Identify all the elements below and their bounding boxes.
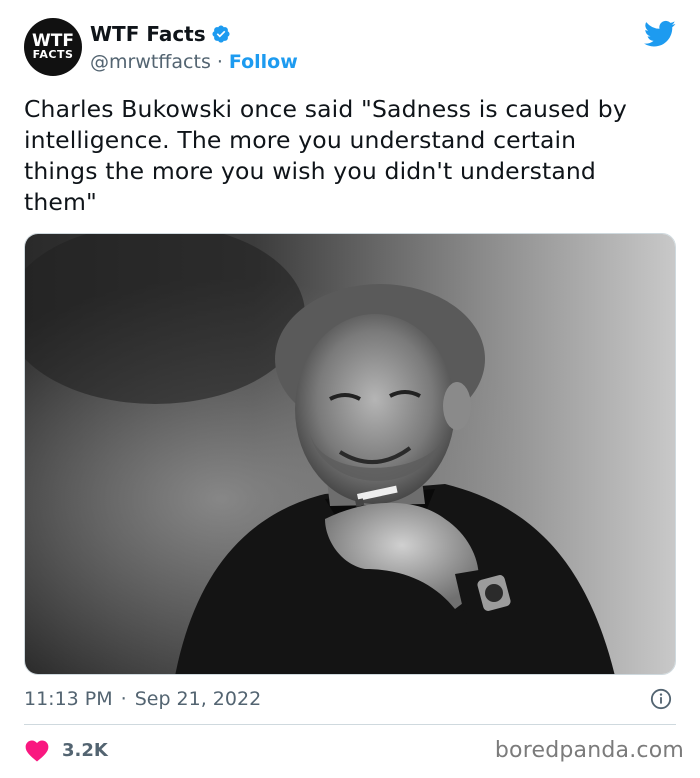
heart-icon [25, 740, 49, 762]
author-names: WTF Facts @mrwtffacts · Follow [90, 20, 298, 76]
handle-separator: · [216, 51, 223, 73]
tweet-header: WTF FACTS WTF Facts @mrwtffacts · Follow [24, 16, 676, 86]
follow-button[interactable]: Follow [229, 51, 298, 73]
tweet-date[interactable]: Sep 21, 2022 [135, 688, 261, 710]
like-button[interactable]: 3.2K [24, 735, 108, 765]
portrait-photo [25, 234, 675, 674]
like-count: 3.2K [62, 739, 108, 761]
watermark: boredpanda.com [494, 738, 684, 763]
divider [24, 724, 676, 725]
tweet-photo[interactable] [24, 233, 676, 675]
tweet-time[interactable]: 11:13 PM [24, 688, 113, 710]
info-icon[interactable] [650, 688, 672, 710]
display-name[interactable]: WTF Facts [90, 22, 206, 46]
meta-separator: · [120, 688, 127, 710]
handle-row: @mrwtffacts · Follow [90, 48, 298, 76]
avatar[interactable]: WTF FACTS [24, 18, 82, 76]
user-handle[interactable]: @mrwtffacts [90, 51, 211, 73]
avatar-text-wtf: WTF [32, 31, 74, 51]
tweet-card: WTF FACTS WTF Facts @mrwtffacts · Follow [0, 0, 700, 778]
tweet-meta: 11:13 PM · Sep 21, 2022 [24, 684, 676, 714]
tweet-text: Charles Bukowski once said "Sadness is c… [24, 95, 627, 216]
display-name-row: WTF Facts [90, 20, 298, 48]
avatar-text-facts: FACTS [32, 48, 74, 61]
verified-badge-icon [211, 24, 231, 44]
twitter-bird-icon[interactable] [644, 20, 676, 48]
